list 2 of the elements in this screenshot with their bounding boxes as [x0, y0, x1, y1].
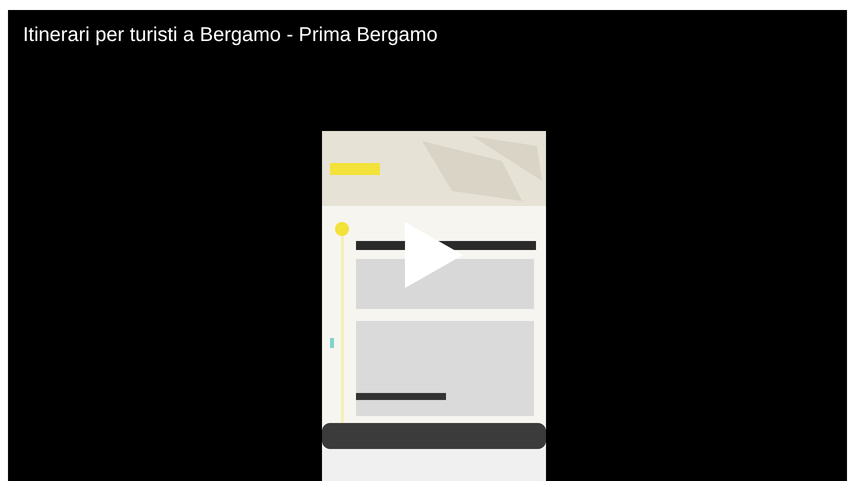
video-player[interactable]: Itinerari per turisti a Bergamo - Prima Bergamo [8, 10, 847, 481]
video-title[interactable]: Itinerari per turisti a Bergamo - Prima Bergamo [23, 24, 438, 47]
